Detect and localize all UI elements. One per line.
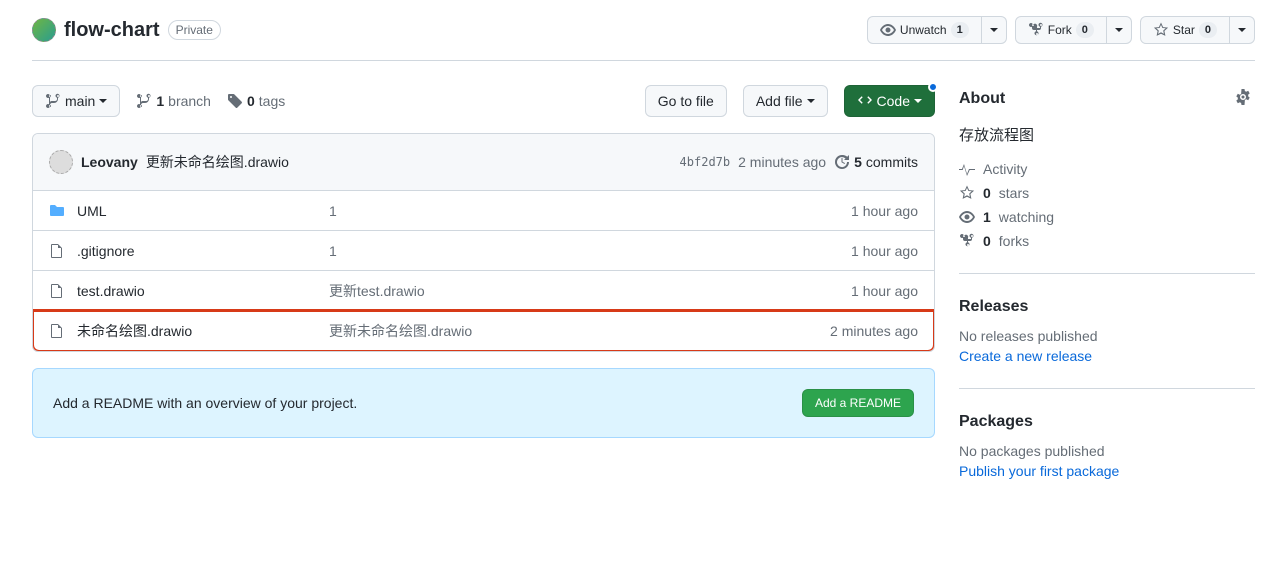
gear-icon — [1235, 89, 1251, 105]
branch-select-button[interactable]: main — [32, 85, 120, 117]
star-button[interactable]: Star 0 — [1140, 16, 1230, 44]
file-icon — [49, 323, 65, 339]
visibility-badge: Private — [168, 20, 221, 40]
add-file-button[interactable]: Add file — [743, 85, 828, 117]
about-section: About 存放流程图 Activity 0 stars — [959, 85, 1255, 274]
author-avatar[interactable] — [49, 150, 73, 174]
repo-name[interactable]: flow-chart — [64, 19, 160, 42]
star-count: 0 — [1199, 22, 1217, 38]
file-row: .gitignore 1 1 hour ago — [33, 231, 934, 271]
packages-section: Packages No packages published Publish y… — [959, 413, 1255, 503]
code-button[interactable]: Code — [844, 85, 935, 117]
commit-sha[interactable]: 4bf2d7b — [680, 155, 731, 169]
code-icon — [857, 93, 873, 109]
file-list-box: Leovany 更新未命名绘图.drawio 4bf2d7b 2 minutes… — [32, 133, 935, 352]
star-icon — [959, 185, 975, 201]
commit-author[interactable]: Leovany — [81, 154, 138, 170]
commit-message[interactable]: 更新未命名绘图.drawio — [146, 152, 289, 172]
fork-button[interactable]: Fork 0 — [1015, 16, 1107, 44]
star-dropdown[interactable] — [1230, 16, 1255, 44]
publish-package-link[interactable]: Publish your first package — [959, 463, 1119, 479]
caret-down-icon — [990, 28, 998, 32]
file-name[interactable]: UML — [77, 203, 317, 219]
file-name[interactable]: 未命名绘图.drawio — [77, 321, 317, 341]
tag-icon — [227, 93, 243, 109]
file-nav: main 1 branch 0 tags Go to file Add file — [32, 85, 935, 117]
repo-header: flow-chart Private Unwatch 1 Fork 0 — [32, 0, 1255, 61]
caret-down-icon — [807, 99, 815, 103]
file-icon — [49, 243, 65, 259]
branch-icon — [136, 93, 152, 109]
activity-link[interactable]: Activity — [959, 161, 1255, 177]
releases-title: Releases — [959, 298, 1255, 316]
file-commit-message[interactable]: 1 — [329, 243, 839, 259]
about-title: About — [959, 90, 1231, 108]
branch-icon — [45, 93, 61, 109]
file-time: 1 hour ago — [851, 243, 918, 259]
file-row: 未命名绘图.drawio 更新未命名绘图.drawio 2 minutes ago — [33, 311, 934, 351]
file-name[interactable]: test.drawio — [77, 283, 317, 299]
branch-count-link[interactable]: 1 branch — [136, 93, 211, 109]
sidebar: About 存放流程图 Activity 0 stars — [959, 85, 1255, 527]
about-description: 存放流程图 — [959, 124, 1255, 145]
fork-icon — [959, 233, 975, 249]
file-row: test.drawio 更新test.drawio 1 hour ago — [33, 271, 934, 311]
file-commit-message[interactable]: 更新test.drawio — [329, 281, 839, 301]
folder-icon — [49, 203, 65, 219]
commit-time: 2 minutes ago — [738, 154, 826, 170]
commits-link[interactable]: 5 commits — [834, 154, 918, 170]
watch-count: 1 — [951, 22, 969, 38]
eye-icon — [959, 209, 975, 225]
fork-count: 0 — [1076, 22, 1094, 38]
fork-icon — [1028, 22, 1044, 38]
go-to-file-button[interactable]: Go to file — [645, 85, 727, 117]
caret-down-icon — [914, 99, 922, 103]
file-time: 2 minutes ago — [830, 323, 918, 339]
packages-none: No packages published — [959, 443, 1255, 459]
star-icon — [1153, 22, 1169, 38]
create-release-link[interactable]: Create a new release — [959, 348, 1092, 364]
file-time: 1 hour ago — [851, 283, 918, 299]
watching-link[interactable]: 1 watching — [959, 209, 1255, 225]
add-readme-button[interactable]: Add a README — [802, 389, 914, 417]
readme-prompt: Add a README with an overview of your pr… — [32, 368, 935, 438]
caret-down-icon — [1115, 28, 1123, 32]
releases-section: Releases No releases published Create a … — [959, 298, 1255, 389]
indicator-dot — [928, 82, 938, 92]
eye-icon — [880, 22, 896, 38]
packages-title: Packages — [959, 413, 1255, 431]
star-button-group: Star 0 — [1140, 16, 1255, 44]
latest-commit-bar: Leovany 更新未命名绘图.drawio 4bf2d7b 2 minutes… — [33, 134, 934, 191]
file-row: UML 1 1 hour ago — [33, 191, 934, 231]
file-commit-message[interactable]: 更新未命名绘图.drawio — [329, 321, 818, 341]
history-icon — [834, 154, 850, 170]
forks-link[interactable]: 0 forks — [959, 233, 1255, 249]
caret-down-icon — [99, 99, 107, 103]
about-settings-button[interactable] — [1231, 85, 1255, 112]
stars-link[interactable]: 0 stars — [959, 185, 1255, 201]
fork-dropdown[interactable] — [1107, 16, 1132, 44]
file-name[interactable]: .gitignore — [77, 243, 317, 259]
unwatch-button[interactable]: Unwatch 1 — [867, 16, 982, 44]
watch-button-group: Unwatch 1 — [867, 16, 1007, 44]
unwatch-dropdown[interactable] — [982, 16, 1007, 44]
readme-prompt-text: Add a README with an overview of your pr… — [53, 395, 802, 411]
file-icon — [49, 283, 65, 299]
pulse-icon — [959, 161, 975, 177]
file-commit-message[interactable]: 1 — [329, 203, 839, 219]
releases-none: No releases published — [959, 328, 1255, 344]
fork-button-group: Fork 0 — [1015, 16, 1132, 44]
tags-count-link[interactable]: 0 tags — [227, 93, 285, 109]
caret-down-icon — [1238, 28, 1246, 32]
repo-avatar[interactable] — [32, 18, 56, 42]
file-time: 1 hour ago — [851, 203, 918, 219]
